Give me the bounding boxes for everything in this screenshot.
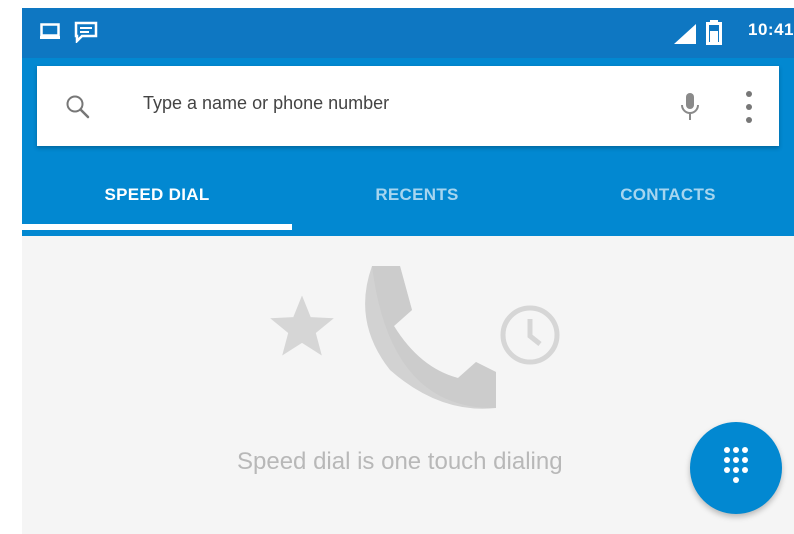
search-box[interactable]: Type a name or phone number [37,66,779,146]
search-input[interactable]: Type a name or phone number [143,93,389,114]
battery-icon [706,20,722,51]
tab-contacts[interactable]: CONTACTS [542,158,794,232]
message-notification-icon [74,21,98,48]
phone-screen: 10:41 Type a name or phone number SPEED … [22,8,794,534]
mic-icon[interactable] [680,92,700,129]
status-time: 10:41 [748,20,794,39]
search-icon[interactable] [65,94,91,125]
tab-indicator [22,224,292,230]
clock-icon [498,303,562,372]
tab-speed-dial[interactable]: SPEED DIAL [22,158,292,232]
signal-icon [674,24,696,49]
empty-state-message: Speed dial is one touch dialing [237,448,563,475]
phone-icon [350,260,498,415]
status-bar: 10:41 [22,8,794,58]
dialpad-icon [723,446,749,495]
gallery-notification-icon [40,23,60,45]
tab-recents[interactable]: RECENTS [292,158,542,232]
dialpad-button[interactable] [690,422,782,514]
star-icon [266,292,338,367]
tab-bar: SPEED DIAL RECENTS CONTACTS [22,158,794,232]
more-vert-icon[interactable] [745,90,753,129]
